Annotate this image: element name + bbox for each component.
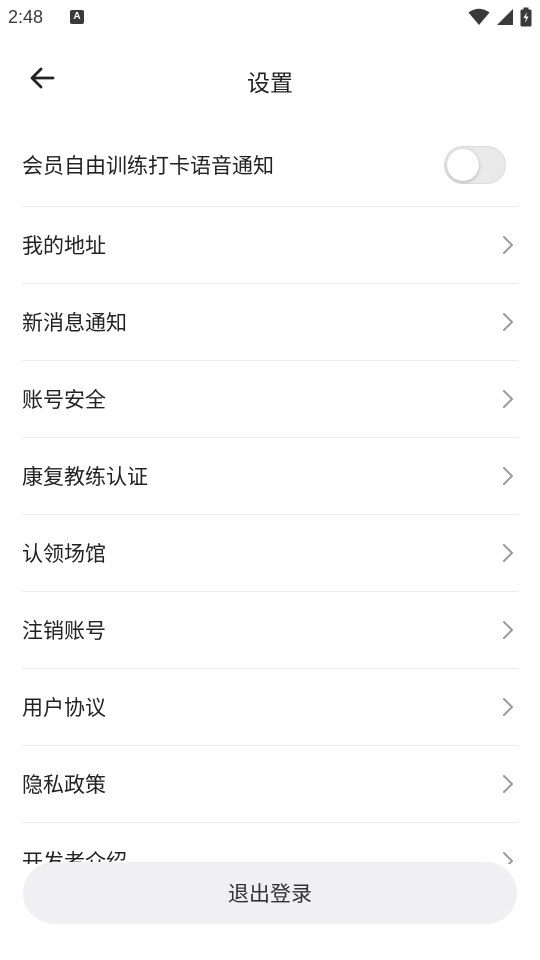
setting-delete-account[interactable]: 注销账号 [22, 592, 518, 669]
status-bar: 2:48 A [0, 0, 540, 36]
setting-label: 注销账号 [22, 619, 106, 643]
setting-label: 认领场馆 [22, 542, 106, 566]
cellular-signal-icon [497, 9, 513, 25]
logout-button[interactable]: 退出登录 [23, 862, 517, 924]
chevron-right-icon [503, 313, 513, 331]
setting-privacy-policy[interactable]: 隐私政策 [22, 746, 518, 823]
header: 设置 [0, 48, 540, 108]
setting-label: 会员自由训练打卡语音通知 [22, 154, 274, 178]
status-time: 2:48 [8, 7, 44, 27]
setting-label: 账号安全 [22, 388, 106, 412]
toggle-knob [447, 149, 479, 181]
chevron-right-icon [503, 775, 513, 793]
chevron-right-icon [503, 390, 513, 408]
setting-user-agreement[interactable]: 用户协议 [22, 669, 518, 746]
setting-new-message-notification[interactable]: 新消息通知 [22, 284, 518, 361]
settings-list: 会员自由训练打卡语音通知 我的地址 新消息通知 账号安全 康复教练认证 认领场馆 [22, 124, 518, 864]
setting-rehab-coach-certification[interactable]: 康复教练认证 [22, 438, 518, 515]
chevron-right-icon [503, 852, 513, 864]
status-icons [468, 7, 532, 27]
notification-badge-icon: A [70, 10, 84, 24]
battery-charging-icon [520, 7, 532, 27]
chevron-right-icon [503, 621, 513, 639]
setting-label: 用户协议 [22, 696, 106, 720]
chevron-right-icon [503, 544, 513, 562]
setting-my-address[interactable]: 我的地址 [22, 207, 518, 284]
voice-notification-toggle[interactable] [444, 146, 506, 184]
setting-label: 隐私政策 [22, 773, 106, 797]
chevron-right-icon [503, 236, 513, 254]
page-title: 设置 [247, 71, 293, 97]
setting-label: 新消息通知 [22, 311, 127, 335]
chevron-right-icon [503, 467, 513, 485]
bottom-action-area: 退出登录 [0, 862, 540, 960]
setting-developer-intro[interactable]: 开发者介绍 [22, 823, 518, 864]
wifi-icon [468, 8, 490, 25]
settings-screen: 2:48 A 设置 会员自由训练打卡语音通知 我的地址 新消息通知 账号安全 康… [0, 0, 540, 960]
chevron-right-icon [503, 698, 513, 716]
setting-voice-notification: 会员自由训练打卡语音通知 [22, 124, 518, 207]
setting-label: 康复教练认证 [22, 465, 148, 489]
setting-claim-venue[interactable]: 认领场馆 [22, 515, 518, 592]
setting-account-security[interactable]: 账号安全 [22, 361, 518, 438]
setting-label: 我的地址 [22, 234, 106, 258]
